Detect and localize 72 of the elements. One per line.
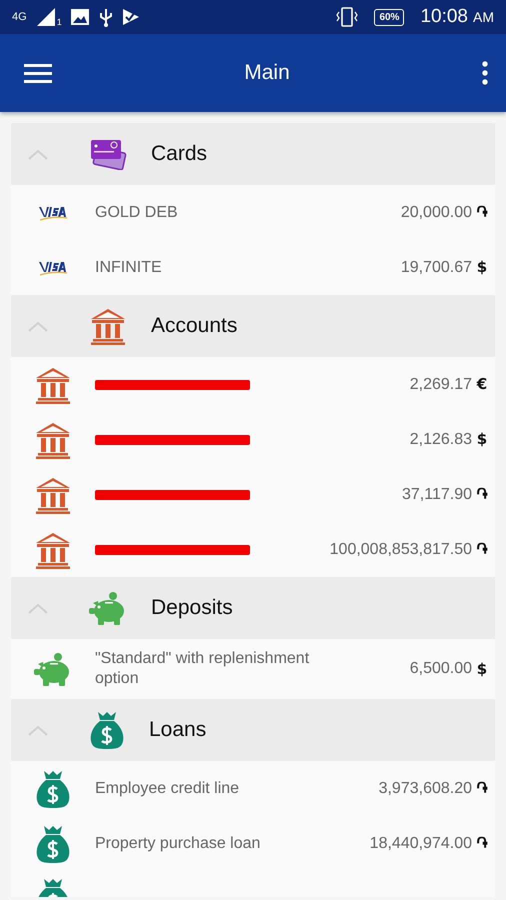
currency-symbol: ֏ <box>476 833 488 854</box>
currency-symbol: $ <box>476 257 488 278</box>
item-name: Employee credit line <box>95 778 240 798</box>
section-header[interactable]: Loans <box>11 699 495 761</box>
menu-button[interactable] <box>24 63 52 83</box>
bank-icon <box>34 530 72 568</box>
network-type-label: 4G <box>12 10 27 25</box>
visa-logo-icon <box>38 260 68 276</box>
amount: 6,500.00 <box>410 659 472 679</box>
piggy-bank-icon <box>34 652 72 686</box>
collapse-chevron-icon <box>27 320 49 332</box>
amount: 100,008,853,817.50 <box>330 540 472 560</box>
currency-symbol: ֏ <box>476 539 488 560</box>
amount: 2,126.83 <box>410 430 472 450</box>
amount: 37,117.90 <box>402 484 472 504</box>
collapse-chevron-icon <box>27 602 49 614</box>
list-row[interactable]: "Standard" with replenishment option 6,500.00 $ <box>11 639 495 699</box>
list-row[interactable]: Property purchase loan 18,440,974.00 ֏ <box>11 816 495 871</box>
more-icon <box>482 61 488 85</box>
currency-symbol: $ <box>476 429 488 450</box>
section-header[interactable]: Cards <box>11 123 495 185</box>
signal-icon <box>34 7 57 27</box>
list-row[interactable]: 37,117.90 ֏ <box>11 467 495 522</box>
piggy-bank-icon <box>89 591 127 625</box>
credit-cards-icon <box>89 138 127 170</box>
list-row[interactable]: GOLD DEB 20,000.00 ֏ <box>11 185 495 240</box>
collapse-chevron-icon <box>27 724 49 736</box>
section-header[interactable]: Deposits <box>11 577 495 639</box>
money-bag-icon <box>35 768 71 808</box>
section-title: Loans <box>149 717 206 744</box>
vibrate-icon <box>336 6 358 28</box>
list-row[interactable]: 2,126.83 $ <box>11 412 495 467</box>
bank-icon <box>34 366 72 404</box>
item-name: GOLD DEB <box>95 202 179 222</box>
section-title: Cards <box>151 141 208 168</box>
amount: 20,000.00 <box>400 202 472 222</box>
sim-label: 1 <box>56 16 62 28</box>
currency-symbol: ֏ <box>476 202 488 224</box>
battery-indicator: 60% <box>374 8 404 26</box>
visa-logo-icon <box>38 204 68 220</box>
image-icon <box>70 8 90 26</box>
list-row[interactable]: 100,008,853,817.50 ֏ <box>11 522 495 577</box>
amount: 18,440,974.00 <box>370 834 472 854</box>
screen-title: Main <box>243 60 291 86</box>
list-row[interactable]: INFINITE 19,700.67 $ <box>11 240 495 295</box>
section-header[interactable]: Accounts <box>11 295 495 357</box>
check-flag-icon <box>122 8 140 26</box>
menu-icon <box>24 63 52 83</box>
clock-ampm: AM <box>473 8 494 26</box>
list-row[interactable]: Employee credit line 3,973,608.20 ֏ <box>11 761 495 816</box>
currency-symbol: ֏ <box>476 484 488 506</box>
clock-time: 10:08 <box>420 4 468 29</box>
bank-icon <box>34 420 72 458</box>
amount: 3,973,608.20 <box>378 778 472 798</box>
item-name: Property purchase loan <box>95 834 262 854</box>
usb-icon <box>98 7 114 27</box>
section-title: Accounts <box>151 313 238 340</box>
bank-icon <box>34 476 72 514</box>
list-row[interactable]: 2,269.17 € <box>11 357 495 412</box>
currency-symbol: $ <box>476 658 488 680</box>
money-bag-icon <box>89 710 125 750</box>
currency-symbol: ֏ <box>476 778 488 800</box>
money-bag-icon <box>35 824 71 864</box>
currency-symbol: € <box>476 374 488 396</box>
item-name: INFINITE <box>95 258 163 278</box>
item-name: "Standard" with replenishment option <box>95 649 310 689</box>
collapse-chevron-icon <box>27 148 49 160</box>
bank-icon <box>89 307 127 345</box>
section-title: Deposits <box>151 595 233 622</box>
amount: 2,269.17 <box>410 374 472 394</box>
amount: 19,700.67 <box>400 258 472 278</box>
more-options-button[interactable] <box>482 61 488 85</box>
